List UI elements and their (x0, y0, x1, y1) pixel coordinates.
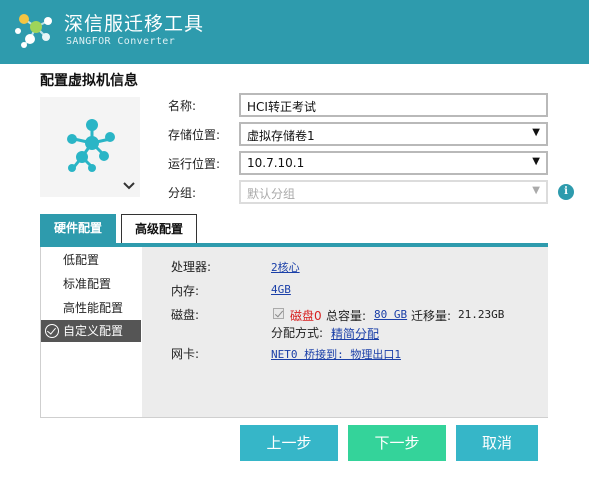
disk-migrate-value: 21.23GB (458, 308, 505, 321)
next-button[interactable]: 下一步 (348, 425, 446, 461)
name-label: 名称: (168, 99, 197, 113)
cpu-link[interactable]: 2核心 (271, 259, 300, 275)
disk-total-label: 总容量: (326, 309, 367, 323)
vm-molecule-icon (67, 119, 115, 172)
disk-total-link[interactable]: 80 GB (374, 308, 407, 321)
group-select-placeholder: 默认分组 (247, 187, 296, 201)
name-input[interactable]: HCI转正考试 (239, 93, 548, 117)
disk-label: 磁盘: (171, 308, 200, 322)
tab-advanced-config[interactable]: 高级配置 (121, 214, 197, 244)
group-select: 默认分组 ▼ (239, 180, 548, 204)
run-location-select[interactable]: 10.7.10.1 ▼ (239, 151, 548, 175)
nic-link[interactable]: NET0 桥接到: 物理出口1 (271, 346, 401, 362)
memory-label: 内存: (171, 284, 200, 298)
alloc-label: 分配方式: (271, 326, 324, 340)
app-title: 深信服迁移工具 (64, 13, 205, 35)
previous-button[interactable]: 上一步 (240, 425, 338, 461)
preset-custom[interactable]: 自定义配置 (41, 320, 141, 342)
info-icon[interactable]: i (558, 184, 574, 200)
disk-name: 磁盘0 (290, 309, 322, 323)
dropdown-arrow-icon: ▼ (532, 156, 540, 167)
preset-standard[interactable]: 标准配置 (41, 273, 141, 295)
dropdown-arrow-icon: ▼ (532, 127, 540, 138)
section-title: 配置虚拟机信息 (40, 73, 138, 89)
disk-migrate-label: 迁移量: (411, 309, 452, 323)
cpu-label: 处理器: (171, 260, 212, 274)
preset-low[interactable]: 低配置 (41, 249, 141, 271)
dropdown-arrow-icon: ▼ (532, 185, 540, 196)
run-location-label: 运行位置: (168, 157, 221, 171)
storage-select[interactable]: 虚拟存储卷1 ▼ (239, 122, 548, 146)
memory-link[interactable]: 4GB (271, 283, 291, 296)
group-label: 分组: (168, 186, 197, 200)
cancel-button[interactable]: 取消 (456, 425, 538, 461)
nic-label: 网卡: (171, 347, 200, 361)
storage-label: 存储位置: (168, 128, 221, 142)
hardware-config-panel: 低配置 标准配置 高性能配置 自定义配置 处理器: 2核心 内存: 4GB 磁盘… (40, 247, 548, 418)
alloc-link[interactable]: 精简分配 (331, 325, 379, 342)
preset-custom-label: 自定义配置 (63, 324, 124, 338)
chevron-down-icon[interactable] (123, 180, 135, 192)
title-bar: 深信服迁移工具 SANGFOR Converter (0, 0, 589, 64)
sangfor-logo-icon (14, 11, 56, 51)
tab-hardware-config[interactable]: 硬件配置 (40, 214, 116, 244)
run-location-select-value: 10.7.10.1 (247, 156, 305, 170)
app-subtitle: SANGFOR Converter (66, 36, 176, 47)
preset-high-performance[interactable]: 高性能配置 (41, 297, 141, 319)
disk-checkbox[interactable] (273, 308, 284, 319)
storage-select-value: 虚拟存储卷1 (247, 129, 315, 143)
check-circle-icon (45, 324, 59, 338)
